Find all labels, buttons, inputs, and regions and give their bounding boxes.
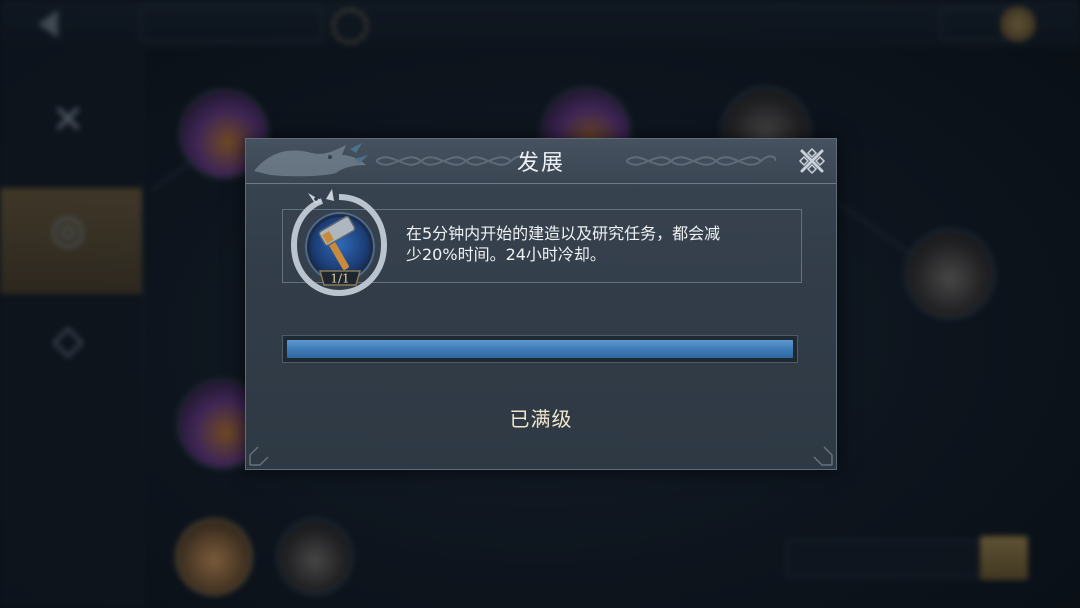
skill-description-line: 在5分钟内开始的建造以及研究任务，都会减 (406, 224, 721, 243)
skill-badge: 1/1 (290, 189, 388, 297)
skill-dialog: 发展 1/1 在5分钟内开始的建造以及研究任务，都会减 少20%时间。24小时冷… (245, 138, 837, 470)
skill-progress-fill (287, 340, 793, 358)
corner-ornament-icon (249, 446, 269, 466)
game-screen: ✕ ◎ ◇ 发展 1/1 在5分钟内开始的建造以及研究任务，都会减 少20%时间… (0, 0, 1080, 608)
max-level-status: 已满级 (509, 407, 573, 431)
skill-description-line: 少20%时间。24小时冷却。 (406, 245, 606, 264)
skill-progress-bar (282, 335, 798, 363)
close-button[interactable] (798, 147, 826, 175)
corner-ornament-icon (813, 446, 833, 466)
skill-description: 在5分钟内开始的建造以及研究任务，都会减 少20%时间。24小时冷却。 (406, 223, 806, 265)
skill-level-text: 1/1 (330, 272, 349, 286)
dialog-header: 发展 (246, 139, 836, 184)
dialog-title: 发展 (516, 151, 565, 176)
close-icon (798, 147, 826, 175)
